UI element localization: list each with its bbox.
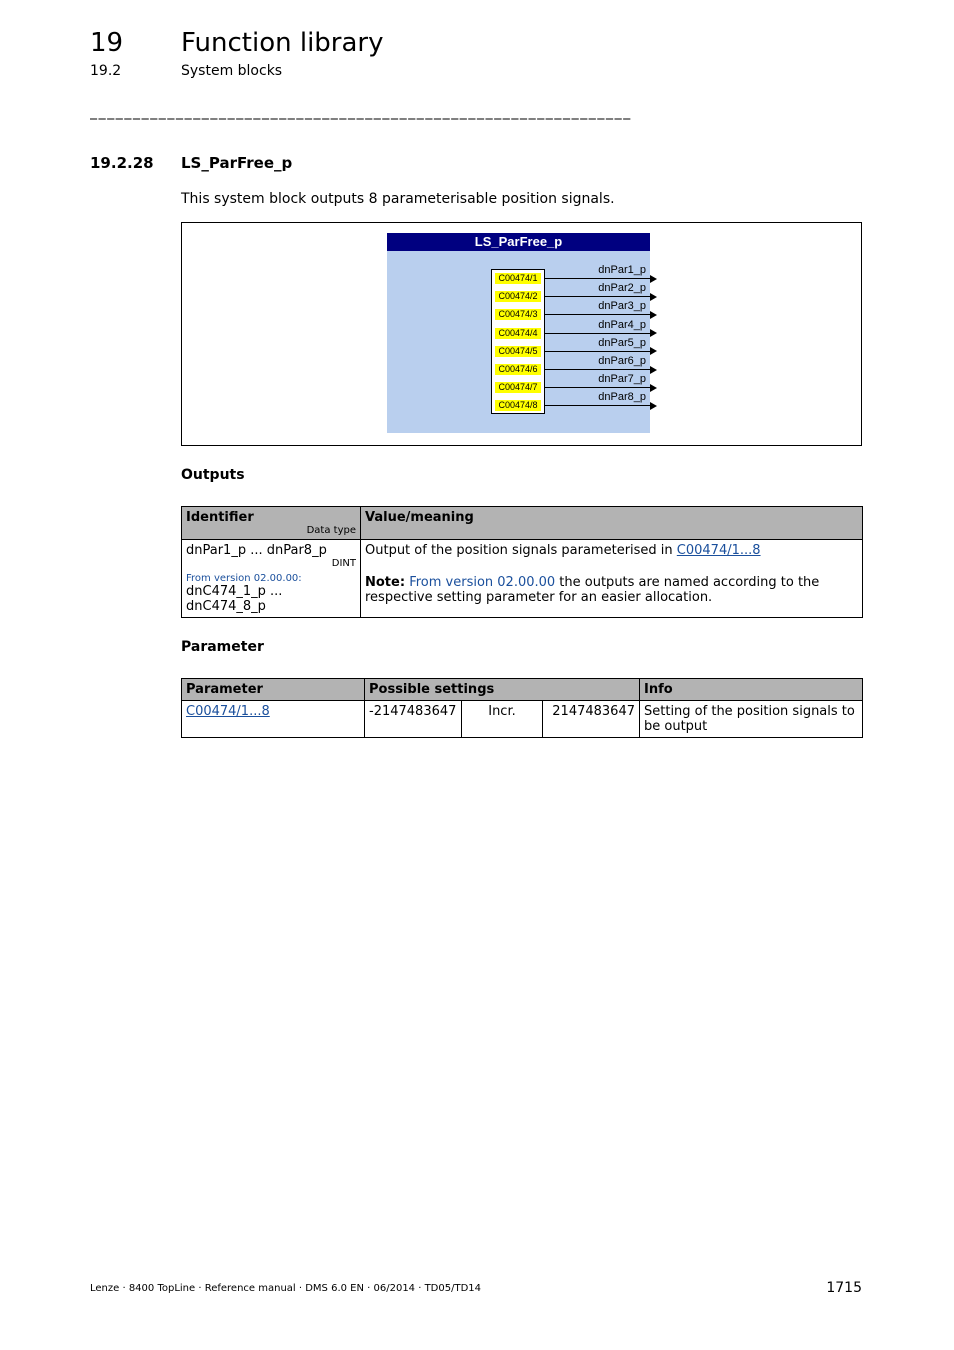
page-number: 1715 (826, 1280, 862, 1296)
table-row: C00474/1...8 -2147483647 Incr. 214748364… (181, 700, 863, 738)
chapter-number: 19 (90, 28, 124, 58)
header-divider: ________________________________________… (90, 104, 632, 120)
arrow-right-icon (650, 347, 657, 356)
version-note: From version 02.00.00: (186, 573, 302, 584)
output-label: dnPar5_p (598, 336, 646, 349)
intro-text: This system block outputs 8 parameterisa… (181, 191, 615, 207)
arrow-right-icon (650, 274, 657, 283)
output-line (545, 405, 650, 407)
section-number: 19.2 (90, 63, 122, 79)
output-label: dnPar8_p (598, 391, 646, 404)
parameter-tag: C00474/7 (495, 382, 541, 394)
increment: Incr. (461, 700, 543, 738)
function-block-title: LS_ParFree_p (387, 233, 650, 251)
arrow-right-icon (650, 401, 657, 410)
note-label: Note: (365, 575, 406, 590)
table-header-row: Parameter Possible settings Info (181, 678, 863, 701)
output-line (545, 332, 650, 334)
max-value: 2147483647 (542, 700, 640, 738)
output-label: dnPar7_p (598, 373, 646, 386)
arrow-right-icon (650, 383, 657, 392)
data-type: DINT (331, 558, 356, 569)
arrow-right-icon (650, 365, 657, 374)
header-info: Info (639, 678, 863, 701)
parameter-tag: C00474/8 (495, 400, 541, 412)
outputs-table: Identifier Data type Value/meaning dnPar… (181, 506, 863, 618)
subsection-number: 19.2.28 (90, 154, 154, 172)
parameter-tag: C00474/1 (495, 273, 541, 284)
output-line (545, 314, 650, 316)
parameter-tag: C00474/6 (495, 364, 541, 375)
header-parameter: Parameter (181, 678, 365, 701)
section-title: System blocks (181, 63, 283, 79)
parameter-table: Parameter Possible settings Info C00474/… (181, 678, 863, 738)
output-label: dnPar6_p (598, 355, 646, 367)
header-possible-settings: Possible settings (364, 678, 640, 701)
header-identifier-label: Identifier (186, 510, 254, 525)
output-line (545, 350, 650, 352)
footer-text: Lenze · 8400 TopLine · Reference manual … (90, 1283, 482, 1294)
table-row: dnPar1_p ... dnPar8_p DINT From version … (181, 539, 863, 618)
version-link[interactable]: From version 02.00.00 (409, 575, 555, 590)
arrow-right-icon (650, 292, 657, 301)
identifier-new: dnC474_1_p ... dnC474_8_p (186, 584, 283, 614)
output-label: dnPar3_p (598, 300, 646, 313)
parameter-cell: C00474/1...8 (181, 700, 365, 738)
output-label: dnPar4_p (598, 318, 646, 331)
min-value: -2147483647 (364, 700, 462, 738)
table-header-row: Identifier Data type Value/meaning (181, 506, 863, 540)
parameter-link[interactable]: C00474/1...8 (186, 704, 270, 719)
outputs-heading: Outputs (181, 467, 245, 483)
header-identifier: Identifier Data type (181, 506, 361, 540)
parameter-heading: Parameter (181, 639, 264, 655)
info-text: Setting of the position signals to be ou… (639, 700, 863, 738)
meaning-text: Output of the position signals parameter… (365, 543, 677, 558)
parameter-link[interactable]: C00474/1...8 (677, 543, 761, 558)
subsection-title: LS_ParFree_p (181, 154, 293, 172)
chapter-title: Function library (181, 28, 384, 58)
output-line (545, 387, 650, 389)
header-data-type: Data type (306, 525, 356, 536)
output-label: dnPar2_p (598, 282, 646, 295)
header-value-meaning: Value/meaning (360, 506, 863, 540)
arrow-right-icon (650, 310, 657, 319)
output-label: dnPar1_p (598, 264, 646, 276)
parameter-tag: C00474/2 (495, 291, 541, 303)
output-line (545, 278, 650, 279)
parameter-tag: C00474/5 (495, 345, 541, 357)
identifier: dnPar1_p ... dnPar8_p (186, 543, 327, 558)
parameter-tag: C00474/4 (495, 327, 541, 339)
parameter-tag: C00474/3 (495, 309, 541, 321)
identifier-cell: dnPar1_p ... dnPar8_p DINT From version … (181, 539, 361, 618)
arrow-right-icon (650, 329, 657, 338)
output-line (545, 296, 650, 298)
meaning-cell: Output of the position signals parameter… (360, 539, 863, 618)
output-line (545, 369, 650, 370)
